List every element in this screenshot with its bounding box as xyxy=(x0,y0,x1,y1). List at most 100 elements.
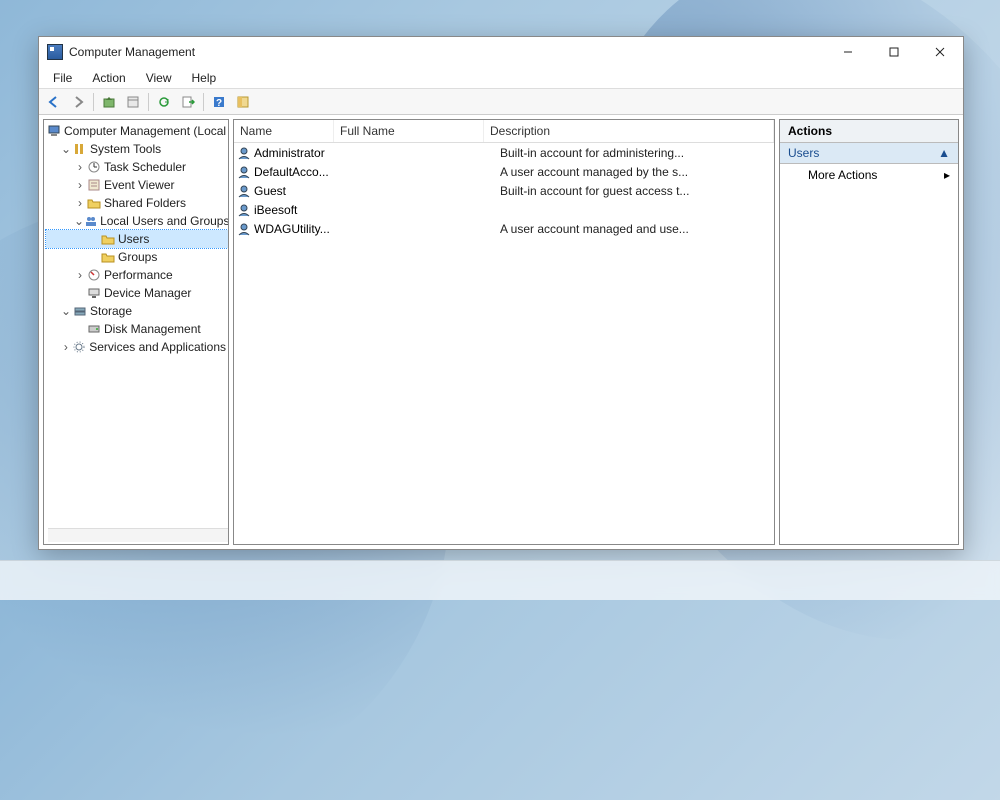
tree-root[interactable]: Computer Management (Local xyxy=(46,122,228,140)
refresh-button[interactable] xyxy=(153,91,175,113)
user-icon xyxy=(236,221,252,237)
export-button[interactable] xyxy=(177,91,199,113)
column-fullname[interactable]: Full Name xyxy=(334,120,484,142)
list-body: Administrator Built-in account for admini… xyxy=(234,143,774,238)
back-button[interactable] xyxy=(43,91,65,113)
menu-action[interactable]: Action xyxy=(82,69,135,87)
list-item[interactable]: DefaultAcco...A user account managed by … xyxy=(234,162,774,181)
list-item[interactable]: Administrator Built-in account for admini… xyxy=(234,143,774,162)
computer-management-window: Computer Management File Action View Hel… xyxy=(38,36,964,550)
performance-icon xyxy=(86,267,102,283)
actions-section-label: Users xyxy=(788,146,819,160)
tree-shared-folders[interactable]: › Shared Folders xyxy=(46,194,228,212)
folder-icon xyxy=(100,231,116,247)
show-hide-button[interactable] xyxy=(232,91,254,113)
tree-label: Task Scheduler xyxy=(104,160,186,174)
collapse-icon: ▲ xyxy=(938,146,950,160)
app-icon xyxy=(47,44,63,60)
tree-device-manager[interactable]: Device Manager xyxy=(46,284,228,302)
services-icon xyxy=(72,339,88,355)
up-button[interactable] xyxy=(98,91,120,113)
tree-label: Performance xyxy=(104,268,173,282)
menu-file[interactable]: File xyxy=(43,69,82,87)
chevron-right-icon[interactable]: › xyxy=(74,268,86,282)
list-pane: Name Full Name Description Administrator… xyxy=(233,119,775,545)
tree-services-apps[interactable]: › Services and Applications xyxy=(46,338,228,356)
properties-button[interactable] xyxy=(122,91,144,113)
folder-icon xyxy=(100,249,116,265)
tree-event-viewer[interactable]: › Event Viewer xyxy=(46,176,228,194)
tree-storage[interactable]: ⌄ Storage xyxy=(46,302,228,320)
tree-horizontal-scrollbar[interactable] xyxy=(48,528,229,542)
actions-pane: Actions Users ▲ More Actions ▸ xyxy=(779,119,959,545)
tree-label: Disk Management xyxy=(104,322,201,336)
user-icon xyxy=(236,183,252,199)
cell-name: WDAGUtility... xyxy=(254,222,350,236)
tree-label: System Tools xyxy=(90,142,161,156)
column-description[interactable]: Description xyxy=(484,120,774,142)
users-groups-icon xyxy=(84,213,98,229)
menubar: File Action View Help xyxy=(39,67,963,89)
forward-button[interactable] xyxy=(67,91,89,113)
user-icon xyxy=(236,202,252,218)
window-title: Computer Management xyxy=(69,45,825,59)
storage-icon xyxy=(72,303,88,319)
device-icon xyxy=(86,285,102,301)
close-button[interactable] xyxy=(917,37,963,67)
actions-more-label: More Actions xyxy=(808,168,877,182)
tree-users[interactable]: Users xyxy=(46,230,228,248)
tree-system-tools[interactable]: ⌄ System Tools xyxy=(46,140,228,158)
tree-label: Users xyxy=(118,232,149,246)
chevron-down-icon[interactable]: ⌄ xyxy=(60,304,72,318)
cell-name: iBeesoft xyxy=(254,203,350,217)
clock-icon xyxy=(86,159,102,175)
tree-label: Storage xyxy=(90,304,132,318)
chevron-right-icon[interactable]: › xyxy=(74,160,86,174)
tree-task-scheduler[interactable]: › Task Scheduler xyxy=(46,158,228,176)
user-icon xyxy=(236,164,252,180)
user-icon xyxy=(236,145,252,161)
chevron-right-icon[interactable]: › xyxy=(74,196,86,210)
tree-local-users-groups[interactable]: ⌄ Local Users and Groups xyxy=(46,212,228,230)
minimize-button[interactable] xyxy=(825,37,871,67)
tree-groups[interactable]: Groups xyxy=(46,248,228,266)
chevron-right-icon[interactable]: › xyxy=(74,178,86,192)
chevron-right-icon: ▸ xyxy=(944,168,950,182)
cell-description: Built-in account for administering... xyxy=(500,146,772,160)
chevron-down-icon[interactable]: ⌄ xyxy=(74,214,84,228)
actions-header: Actions xyxy=(780,120,958,143)
tree-label: Device Manager xyxy=(104,286,191,300)
actions-more[interactable]: More Actions ▸ xyxy=(780,164,958,186)
menu-help[interactable]: Help xyxy=(182,69,227,87)
tools-icon xyxy=(72,141,88,157)
tree-root-label: Computer Management (Local xyxy=(64,124,226,138)
shared-folder-icon xyxy=(86,195,102,211)
list-item[interactable]: iBeesoft xyxy=(234,200,774,219)
menu-view[interactable]: View xyxy=(136,69,182,87)
tree-pane: Computer Management (Local ⌄ System Tool… xyxy=(43,119,229,545)
taskbar[interactable] xyxy=(0,560,1000,600)
tree-disk-management[interactable]: Disk Management xyxy=(46,320,228,338)
tree-label: Local Users and Groups xyxy=(100,214,229,228)
tree-label: Shared Folders xyxy=(104,196,186,210)
cell-name: Administrator xyxy=(254,146,350,160)
maximize-button[interactable] xyxy=(871,37,917,67)
disk-icon xyxy=(86,321,102,337)
cell-description: A user account managed and use... xyxy=(500,222,772,236)
column-name[interactable]: Name xyxy=(234,120,334,142)
list-item[interactable]: WDAGUtility... A user account managed and… xyxy=(234,219,774,238)
help-button[interactable]: ? xyxy=(208,91,230,113)
list-item[interactable]: GuestBuilt-in account for guest access t… xyxy=(234,181,774,200)
actions-section[interactable]: Users ▲ xyxy=(780,143,958,164)
computer-icon xyxy=(48,123,62,139)
list-header: Name Full Name Description xyxy=(234,120,774,143)
cell-name: DefaultAcco... xyxy=(254,165,350,179)
chevron-right-icon[interactable]: › xyxy=(60,340,72,354)
cell-description: Built-in account for guest access t... xyxy=(500,184,772,198)
event-icon xyxy=(86,177,102,193)
tree-label: Groups xyxy=(118,250,157,264)
tree-performance[interactable]: › Performance xyxy=(46,266,228,284)
svg-text:?: ? xyxy=(216,98,222,109)
tree-label: Event Viewer xyxy=(104,178,174,192)
chevron-down-icon[interactable]: ⌄ xyxy=(60,142,72,156)
